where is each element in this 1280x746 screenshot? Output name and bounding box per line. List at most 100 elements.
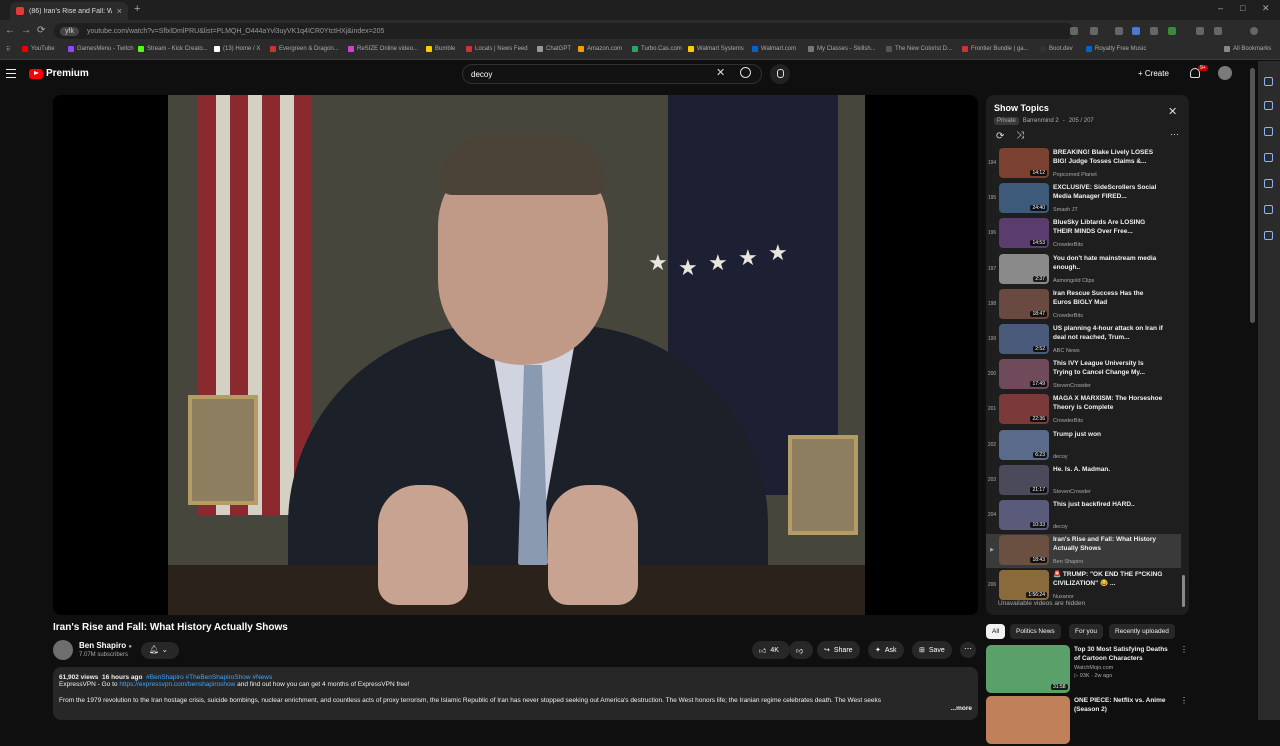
extension-icon[interactable] xyxy=(1168,27,1176,35)
video-thumbnail[interactable]: 24:40 xyxy=(999,183,1049,214)
chip-recently-uploaded[interactable]: Recently uploaded xyxy=(1109,624,1175,639)
side-panel-icon[interactable] xyxy=(1264,205,1273,214)
bookmark-item[interactable]: Bumble xyxy=(426,46,455,52)
bookmark-item[interactable]: Locals | News Feed xyxy=(466,46,528,52)
video-title[interactable]: EXCLUSIVE: SideScrollers Social Media Ma… xyxy=(1053,183,1163,201)
url-badge[interactable]: yfk xyxy=(60,26,79,36)
video-thumbnail[interactable]: 14:12 xyxy=(999,148,1049,178)
playlist-scrollbar[interactable] xyxy=(1182,575,1185,607)
side-panel-icon[interactable] xyxy=(1264,153,1273,162)
playlist-item[interactable]: 202 6:23 Trump just won decoy xyxy=(986,429,1181,463)
chip-all[interactable]: All xyxy=(986,624,1006,639)
playlist-menu-icon[interactable]: ⋯ xyxy=(1170,129,1179,140)
video-title[interactable]: ONE PIECE: Netflix vs. Anime (Season 2) xyxy=(1074,696,1174,714)
shuffle-icon[interactable]: ⤨ xyxy=(1016,130,1024,141)
side-panel-icon[interactable] xyxy=(1264,179,1273,188)
video-title[interactable]: Trump just won xyxy=(1053,430,1163,439)
playlist-item[interactable]: 195 24:40 EXCLUSIVE: SideScrollers Social … xyxy=(986,182,1181,216)
video-thumbnail[interactable]: 21:17 xyxy=(999,464,1049,495)
bookmark-item[interactable]: GamesMenu - Twitch xyxy=(68,46,134,52)
playlist-item[interactable]: 206 1:56:24 🚨 TRUMP: "OK END THE F*CKING C… xyxy=(986,569,1181,603)
channel-name[interactable]: Smash JT xyxy=(1053,207,1078,213)
channel-name[interactable]: StevenCrowder xyxy=(1053,383,1091,389)
channel-name[interactable]: StevenCrowder xyxy=(1053,489,1091,495)
clear-search-icon[interactable]: ✕ xyxy=(716,66,725,79)
tab-close-icon[interactable]: × xyxy=(117,6,122,16)
recommended-video[interactable]: 31:58 Top 30 Most Satisfying Deaths of C… xyxy=(986,645,1188,695)
microphone-icon[interactable] xyxy=(770,64,790,84)
bookmark-item[interactable]: Walmart.com xyxy=(752,46,796,52)
like-button[interactable]: 👍︎ 4K xyxy=(752,641,790,659)
side-panel-icon[interactable] xyxy=(1264,77,1273,86)
url-field[interactable]: yfk youtube.com/watch?v=SflxlDmlPRU&list… xyxy=(54,23,1074,39)
create-button[interactable]: + Create xyxy=(1138,69,1169,78)
playlist-item[interactable]: ▶ 18:43 Iran's Rise and Fall: What History… xyxy=(986,534,1181,569)
dislike-button[interactable]: 👎︎ xyxy=(789,641,813,659)
search-icon[interactable] xyxy=(740,67,751,78)
chip-politics-news[interactable]: Politics News xyxy=(1010,624,1061,639)
bookmark-item[interactable]: Turbo.Cas.com xyxy=(632,46,682,52)
channel-name[interactable]: Ben Shapiro ● xyxy=(79,641,132,650)
video-thumbnail[interactable]: 17:49 xyxy=(999,359,1049,390)
chip-for-you[interactable]: For you xyxy=(1069,624,1104,639)
bookmark-item[interactable]: Amazon.com xyxy=(578,46,622,52)
bookmark-item[interactable]: ReSIZE Online video... xyxy=(348,46,418,52)
recommended-video[interactable]: ONE PIECE: Netflix vs. Anime (Season 2) … xyxy=(986,696,1188,746)
ask-button[interactable]: ✦ Ask xyxy=(868,641,904,659)
bookmark-item[interactable]: Evergreen & Dragon... xyxy=(270,46,339,52)
subscription-bell-button[interactable]: 🔔︎ ⌄ xyxy=(141,642,179,659)
extension-icon[interactable] xyxy=(1115,27,1123,35)
star-bookmark-icon[interactable] xyxy=(1090,27,1098,35)
playlist-item[interactable]: 199 2:52 US planning 4-hour attack on Iran… xyxy=(986,323,1181,357)
playlist-item[interactable]: 197 2:37 You don't hate mainstream media e… xyxy=(986,253,1181,287)
video-title[interactable]: 🚨 TRUMP: "OK END THE F*CKING CIVILIZATIO… xyxy=(1053,570,1163,588)
close-window-icon[interactable]: ✕ xyxy=(1262,3,1270,14)
video-title[interactable]: US planning 4-hour attack on Iran if dea… xyxy=(1053,324,1163,342)
bookmark-item[interactable]: Stream - Kick Creato... xyxy=(138,46,208,52)
page-scrollbar[interactable] xyxy=(1250,68,1255,323)
bookmark-item[interactable]: My Classes - Skillsh... xyxy=(808,46,876,52)
video-thumbnail[interactable]: 14:53 xyxy=(999,218,1049,249)
bookmark-item[interactable]: (13) Home / X xyxy=(214,46,260,52)
playlist-title[interactable]: Show Topics xyxy=(994,103,1049,113)
bookmark-item[interactable]: Royalty Free Music xyxy=(1086,46,1146,52)
video-thumbnail[interactable]: 10:33 xyxy=(999,500,1049,530)
bookmark-item[interactable]: ChatGPT xyxy=(537,46,571,52)
extension-icon[interactable] xyxy=(1070,27,1078,35)
account-avatar[interactable] xyxy=(1218,66,1232,80)
save-button[interactable]: ⊞ Save xyxy=(912,641,952,659)
extensions-puzzle-icon[interactable] xyxy=(1196,27,1204,35)
profile-icon[interactable] xyxy=(1250,27,1258,35)
video-title[interactable]: MAGA X MARXISM: The Horseshoe Theory is … xyxy=(1053,394,1163,412)
more-options-icon[interactable]: ⋮ xyxy=(1180,696,1188,705)
playlist-item[interactable]: 194 14:12 BREAKING! Blake Lively LOSES BIG… xyxy=(986,147,1181,181)
more-options-icon[interactable]: ⋮ xyxy=(1180,645,1188,654)
video-thumbnail[interactable]: 2:52 xyxy=(999,324,1049,354)
playlist-item[interactable]: 200 17:49 This IVY League University Is Tr… xyxy=(986,358,1181,392)
channel-name[interactable]: Ben Shapiro xyxy=(1053,559,1083,565)
more-actions-button[interactable]: ⋯ xyxy=(960,642,976,658)
video-thumbnail[interactable]: 2:37 xyxy=(999,253,1049,284)
show-more-link[interactable]: ...more xyxy=(951,705,972,712)
channel-name[interactable]: Asmongold Clips xyxy=(1053,278,1094,284)
channel-name[interactable]: Popcorned Planet xyxy=(1053,172,1097,178)
video-title[interactable]: BREAKING! Blake Lively LOSES BIG! Judge … xyxy=(1053,148,1163,166)
reload-icon[interactable]: ⟳ xyxy=(37,25,45,36)
bookmark-item[interactable]: YouTube xyxy=(22,46,55,52)
video-thumbnail[interactable]: 18:47 xyxy=(999,288,1049,319)
video-title[interactable]: Iran Rescue Success Has the Euros BIGLY … xyxy=(1053,289,1163,307)
video-title[interactable]: Iran's Rise and Fall: What History Actua… xyxy=(1053,535,1163,553)
channel-name[interactable]: CrowderBits xyxy=(1053,242,1083,248)
bookmark-item[interactable]: The New Colorist D... xyxy=(886,46,952,52)
video-title[interactable]: You don't hate mainstream media enough.. xyxy=(1053,254,1163,272)
channel-name[interactable]: decoy xyxy=(1053,524,1068,530)
channel-name[interactable]: decoy xyxy=(1053,454,1068,460)
video-thumbnail[interactable] xyxy=(986,696,1070,744)
channel-avatar[interactable] xyxy=(53,640,73,660)
sponsor-link[interactable]: https://expressvpn.com/benshapiroshow xyxy=(119,681,235,688)
side-panel-icon[interactable] xyxy=(1264,127,1273,136)
hamburger-menu-icon[interactable] xyxy=(6,69,16,78)
back-icon[interactable]: ← xyxy=(5,25,15,36)
forward-icon[interactable]: → xyxy=(21,25,31,36)
video-title[interactable]: He. Is. A. Madman. xyxy=(1053,465,1163,474)
